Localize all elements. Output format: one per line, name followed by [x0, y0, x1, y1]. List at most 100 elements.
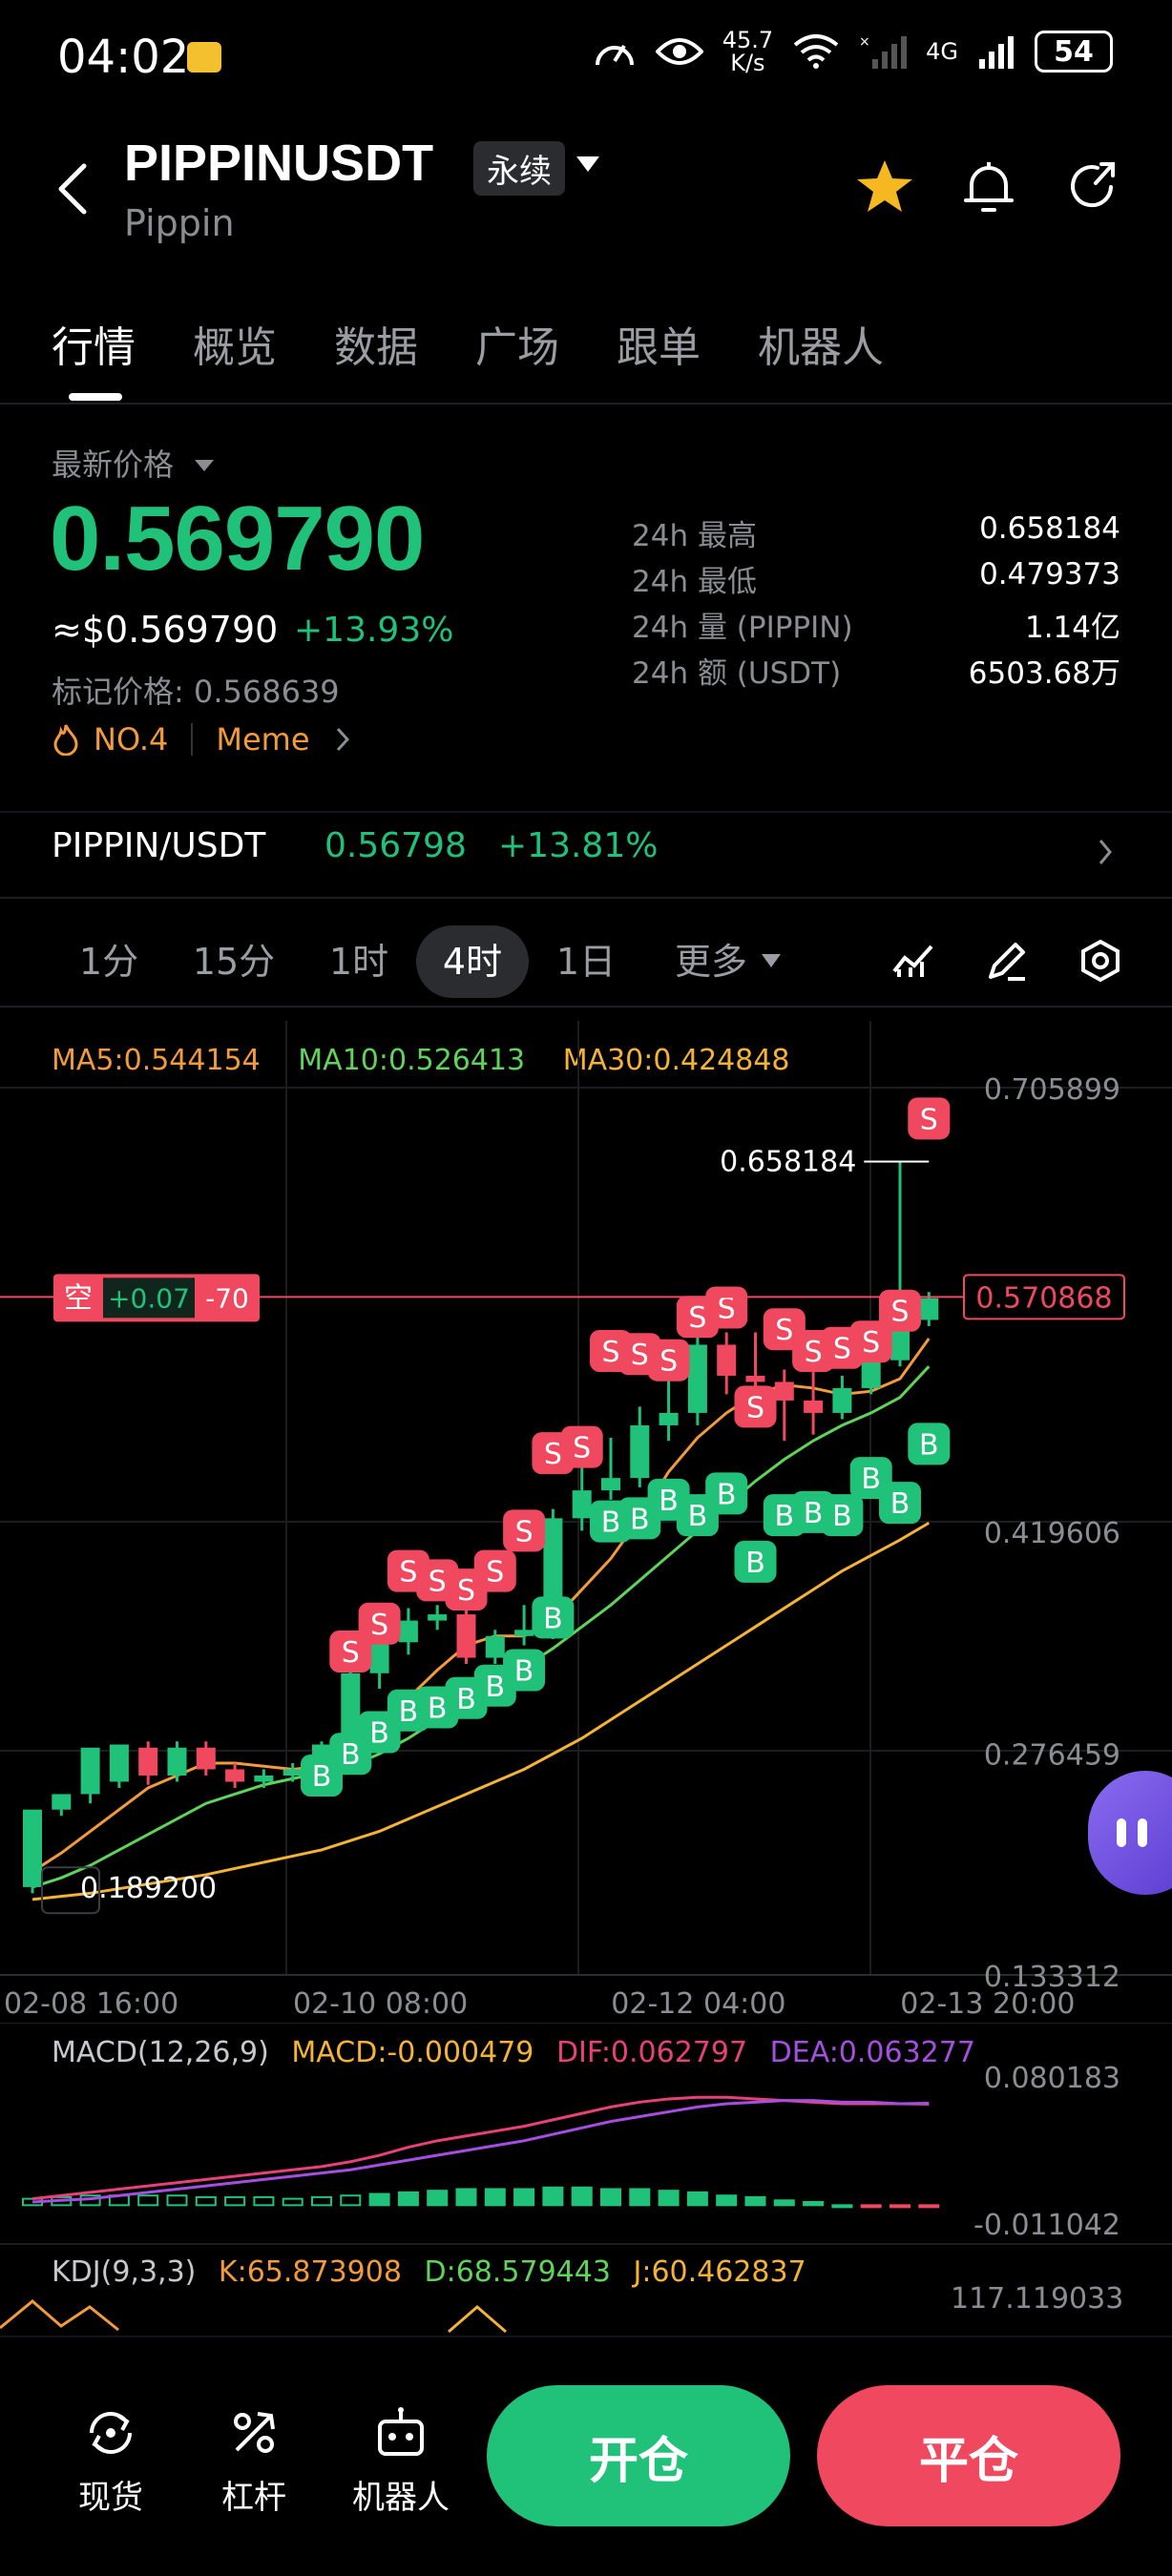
- coin-name: Pippin: [124, 202, 235, 244]
- candle-body: [369, 1642, 389, 1673]
- chevron-right-icon[interactable]: [1096, 838, 1115, 866]
- signal-icon: ×: [859, 34, 908, 69]
- bottom-bar: 现货 杠杆 机器人 开仓 平仓: [0, 2336, 1172, 2576]
- mark-price: 标记价格: 0.568639: [52, 674, 340, 710]
- signal-label: S: [890, 1296, 909, 1329]
- interval-1h[interactable]: 1时: [311, 925, 407, 998]
- candle-body: [196, 1747, 216, 1770]
- interval-selector: 1分 15分 1时 4时 1日 更多: [0, 916, 1172, 1008]
- signal-label: B: [861, 1463, 881, 1496]
- spot-pair: PIPPIN/USDT: [52, 826, 266, 865]
- macd-histogram-bar: [744, 2195, 766, 2207]
- signal-label: B: [369, 1717, 389, 1751]
- macd-histogram-bar: [166, 2194, 188, 2207]
- price-type-label[interactable]: 最新价格: [52, 441, 174, 485]
- candle-body: [861, 1360, 881, 1388]
- wifi-icon: [793, 34, 839, 69]
- position-pnl: +0.07: [108, 1282, 190, 1314]
- svg-text:×: ×: [859, 34, 870, 50]
- chevron-right-icon: [336, 727, 349, 752]
- kdj-j: J:60.462837: [633, 2255, 806, 2289]
- signal-label: B: [832, 1500, 852, 1533]
- nav-robot[interactable]: 机器人: [344, 2404, 458, 2518]
- interval-1m[interactable]: 1分: [61, 925, 157, 998]
- price-chart[interactable]: 0.7058990.4196060.2764590.13331202-08 16…: [0, 1021, 1172, 2023]
- candle-body: [254, 1775, 274, 1782]
- macd-histogram-bar: [340, 2194, 362, 2207]
- draw-pen-icon[interactable]: [985, 939, 1029, 983]
- candle-body: [832, 1387, 852, 1413]
- kdj-axis-top: 117.119033: [951, 2282, 1124, 2316]
- signal-label: B: [717, 1478, 737, 1511]
- rank-row[interactable]: NO.4 Meme: [52, 721, 352, 758]
- signal-label: S: [775, 1314, 793, 1347]
- status-icons: 45.7 K/s × 4G 54: [593, 29, 1113, 74]
- leverage-icon: [234, 2412, 275, 2453]
- signal-label: S: [805, 1336, 823, 1369]
- interval-more[interactable]: 更多: [659, 925, 764, 998]
- kdj-name: KDJ(9,3,3): [52, 2255, 197, 2289]
- macd-histogram-bar: [716, 2194, 738, 2207]
- tab-copy-trading[interactable]: 跟单: [617, 313, 701, 374]
- tab-bots[interactable]: 机器人: [758, 313, 884, 374]
- spot-change: +13.81%: [498, 826, 659, 865]
- macd-histogram-bar: [629, 2188, 651, 2207]
- back-arrow-icon[interactable]: [53, 160, 92, 218]
- assistant-bubble[interactable]: [1088, 1771, 1172, 1895]
- close-position-button[interactable]: 平仓: [817, 2385, 1120, 2526]
- candle-body: [572, 1490, 592, 1519]
- open-position-button[interactable]: 开仓: [487, 2385, 790, 2526]
- signal-label: S: [342, 1636, 360, 1670]
- tab-overview[interactable]: 概览: [193, 313, 277, 374]
- candle-body: [919, 1298, 939, 1320]
- signal-label: B: [456, 1683, 476, 1716]
- share-icon[interactable]: [1067, 158, 1120, 216]
- contract-symbol[interactable]: PIPPINUSDT: [124, 134, 433, 193]
- contract-type-badge[interactable]: 永续: [473, 141, 565, 196]
- macd-histogram-bar: [427, 2190, 449, 2207]
- chevron-down-icon[interactable]: [576, 156, 599, 172]
- kdj-d: D:68.579443: [424, 2255, 611, 2289]
- tab-market[interactable]: 行情: [52, 313, 136, 374]
- change-percent: +13.93%: [294, 611, 454, 650]
- macd-histogram-bar: [282, 2197, 303, 2207]
- status-time: 04:02: [57, 31, 190, 84]
- indicator-icon[interactable]: [891, 939, 935, 983]
- signal-label: S: [544, 1438, 562, 1471]
- spot-pair-row[interactable]: PIPPIN/USDT 0.56798 +13.81%: [0, 811, 1172, 899]
- settings-hexagon-icon[interactable]: [1078, 939, 1122, 983]
- signal-label: B: [312, 1760, 332, 1794]
- kdj-k: K:65.873908: [218, 2255, 402, 2289]
- candle-body: [456, 1614, 476, 1658]
- nav-leverage[interactable]: 杠杆: [197, 2404, 311, 2518]
- candle-body: [52, 1794, 72, 1810]
- tab-square[interactable]: 广场: [475, 313, 559, 374]
- eye-icon: [655, 38, 703, 65]
- dea-line: [31, 2099, 930, 2204]
- nav-spot[interactable]: 现货: [53, 2404, 168, 2518]
- y-tick-label: 0.705899: [984, 1073, 1120, 1107]
- candle-body: [659, 1412, 679, 1425]
- candle-body: [109, 1744, 129, 1782]
- signal-label: B: [341, 1738, 361, 1772]
- stat-24h-turnover: 24h 额 (USDT) 6503.68万: [632, 656, 1120, 691]
- stat-24h-high: 24h 最高 0.658184: [632, 511, 1120, 553]
- bell-icon[interactable]: [962, 158, 1015, 216]
- signal-label: S: [573, 1432, 591, 1465]
- chevron-down-icon[interactable]: [195, 460, 214, 471]
- signal-label: B: [486, 1671, 506, 1704]
- signal-label: S: [746, 1391, 764, 1424]
- macd-histogram-bar: [397, 2191, 419, 2207]
- network-type: 4G: [926, 38, 958, 65]
- star-icon[interactable]: [855, 158, 914, 216]
- candle-body: [398, 1620, 418, 1643]
- signal-label: B: [688, 1500, 708, 1533]
- macd-histogram-bar: [455, 2188, 477, 2207]
- spot-icon: [90, 2412, 132, 2454]
- chevron-down-icon[interactable]: [762, 954, 781, 967]
- interval-1d[interactable]: 1日: [538, 925, 634, 998]
- tab-data[interactable]: 数据: [334, 313, 418, 374]
- interval-15m[interactable]: 15分: [181, 925, 286, 998]
- interval-4h[interactable]: 4时: [416, 925, 529, 998]
- x-tick-label: 02-08 16:00: [4, 1987, 178, 2021]
